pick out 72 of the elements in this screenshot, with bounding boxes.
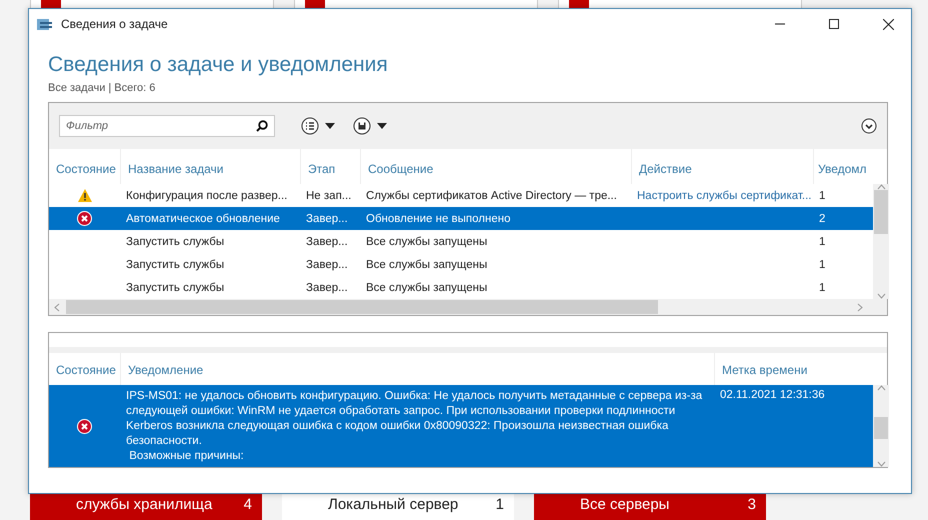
table-row[interactable]: Автоматическое обновление Завер... Обновление не выполнено 2: [49, 207, 873, 230]
table-row[interactable]: Запустить службы Завер... Все службы запущены 1: [49, 276, 873, 299]
scroll-left-icon: [54, 302, 60, 312]
column-header[interactable]: Состояние: [49, 149, 120, 184]
window-title: Сведения о задаче: [61, 17, 169, 31]
list-icon: [301, 117, 319, 135]
save-button[interactable]: [353, 117, 387, 135]
table-cell: 1: [819, 236, 826, 248]
table-row[interactable]: Конфигурация после развер... Не зап... Службы сертификатов Active Directory — тре... Настроить службы сертификат... 1: [49, 184, 873, 207]
tile-count: 4: [244, 495, 252, 513]
vertical-scrollbar[interactable]: [873, 385, 889, 467]
table-cell: Завер...: [306, 212, 348, 224]
column-header[interactable]: Название задачи: [120, 149, 300, 184]
tile-label: Локальный сервер: [328, 495, 458, 513]
notification-message: Возможные причины:: [128, 449, 244, 464]
table-cell: Запустить службы: [126, 236, 224, 248]
vertical-scrollbar[interactable]: [873, 184, 889, 299]
tile-label: Все серверы: [580, 495, 670, 513]
table-cell: 1: [819, 190, 826, 202]
table-cell: Конфигурация после развер...: [126, 190, 288, 202]
table-cell: Автоматическое обновление: [126, 212, 280, 224]
caret-icon: [325, 123, 335, 129]
scroll-down-icon[interactable]: [876, 461, 886, 467]
view-options-button[interactable]: [301, 117, 335, 135]
table-row[interactable]: [49, 385, 873, 467]
table-cell: 1: [819, 258, 826, 270]
scroll-thumb[interactable]: [874, 190, 888, 234]
table-cell: Не зап...: [306, 190, 352, 202]
table-cell: Завер...: [306, 282, 348, 294]
tile-count: 3: [748, 495, 756, 513]
column-header[interactable]: Сообщение: [360, 149, 631, 184]
expand-button[interactable]: [861, 118, 877, 134]
table-cell: 1: [819, 282, 826, 294]
minimize-icon: [775, 23, 785, 25]
save-icon: [353, 117, 371, 135]
table-row[interactable]: Запустить службы Завер... Все службы запущены 1: [49, 253, 873, 276]
search-icon: [256, 120, 268, 132]
scroll-right-icon: [857, 302, 863, 312]
table-cell: Все службы запущены: [366, 258, 488, 270]
column-header[interactable]: Уведомл: [813, 149, 873, 184]
maximize-icon: [829, 19, 839, 29]
column-header[interactable]: Состояние: [49, 353, 120, 385]
chevron-down-icon: [861, 118, 877, 134]
caret-icon: [377, 123, 387, 129]
notification-message: IPS-MS01: не удалось обновить конфигурацию. Ошибка: Не удалось получить метаданные с сервера из-за следующей ошибки: WinRM не удается обработать запрос. При использовании проверки подлинности Kerberos возникла следующая ошибка с кодом ошибки 0x80090322: Произошла неизвестная ошибка безопасности.: [126, 389, 704, 449]
page-heading: Сведения о задаче и уведомления: [48, 53, 389, 77]
scroll-up-icon[interactable]: [876, 184, 886, 190]
scroll-down-icon[interactable]: [876, 293, 886, 299]
task-count-text: Все задачи | Всего: 6: [48, 82, 156, 94]
filter-field[interactable]: Фильтр: [59, 115, 275, 137]
close-icon: [882, 18, 894, 30]
table-cell: 2: [819, 212, 826, 224]
table-cell: Завер...: [306, 258, 348, 270]
table-cell: Все службы запущены: [366, 282, 488, 294]
table-cell: Запустить службы: [126, 258, 224, 270]
action-link[interactable]: Настроить службы сертификат...: [637, 190, 812, 202]
scroll-thumb[interactable]: [874, 417, 888, 439]
column-header[interactable]: Действие: [631, 149, 813, 184]
tile-label: службы хранилища: [76, 495, 212, 513]
table-cell: Все службы запущены: [366, 236, 488, 248]
scroll-thumb[interactable]: [66, 300, 658, 314]
table-cell: Обновление не выполнено: [366, 212, 510, 224]
table-cell: Службы сертификатов Active Directory — тре...: [366, 190, 617, 202]
table-cell: 02.11.2021 12:31:36: [720, 389, 825, 401]
horizontal-scrollbar[interactable]: [49, 299, 887, 315]
table-row[interactable]: Запустить службы Завер... Все службы запущены 1: [49, 230, 873, 253]
window-app-icon: [37, 17, 53, 31]
column-header[interactable]: Этап: [300, 149, 360, 184]
table-cell: Завер...: [306, 236, 348, 248]
scroll-up-icon[interactable]: [876, 385, 886, 391]
tile-count: 1: [496, 495, 504, 513]
table-cell: Запустить службы: [126, 282, 224, 294]
